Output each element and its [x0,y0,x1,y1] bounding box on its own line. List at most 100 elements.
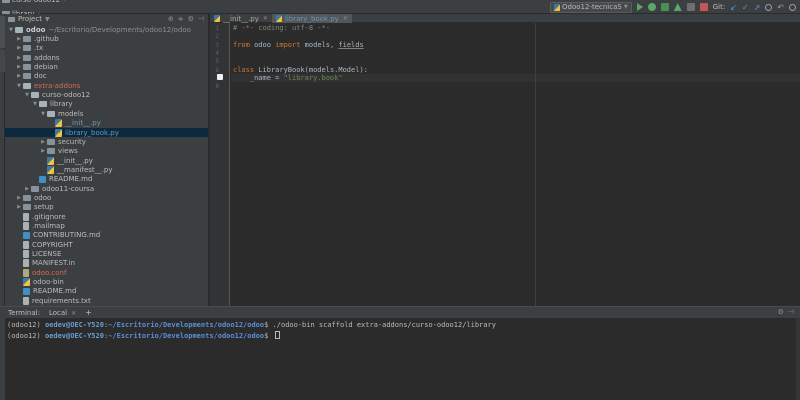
revert-icon[interactable]: ↶ [777,3,784,12]
tree-item[interactable]: ▶ views [5,147,208,156]
tree-item-label: library_book.py [65,128,119,137]
file-icon [23,250,29,259]
file-icon [23,212,29,221]
locate-icon[interactable]: ⊕ [168,15,174,23]
tree-item-label: library [50,100,73,109]
chevron-right-icon[interactable]: ▶ [15,64,23,70]
tree-item[interactable]: ▶ debian [5,62,208,71]
chevron-right-icon[interactable]: ▶ [15,204,23,210]
concurrency-icon[interactable] [686,3,695,11]
gear-icon[interactable]: ⚙ [188,15,194,23]
tree-item[interactable]: odoo-bin [5,277,208,287]
chevron-down-icon[interactable]: ▼ [45,16,50,23]
coverage-icon[interactable] [660,3,669,11]
debug-icon[interactable] [647,3,656,11]
chevron-right-icon[interactable]: ▶ [15,36,23,42]
code-line[interactable]: _name = "library.book" [233,74,343,82]
tree-item[interactable]: requirements.txt [5,296,208,305]
chevron-down-icon[interactable]: ▼ [31,101,39,107]
close-icon[interactable]: ✕ [343,15,348,22]
tree-item-label: __init__.py [65,119,101,128]
tree-item[interactable]: .gitignore [5,212,208,221]
terminal-scrollbar[interactable] [796,318,800,400]
chevron-right-icon[interactable]: ▶ [15,195,23,201]
run-configuration-selector[interactable]: Odoo12-tecnicaS ▼ [550,1,632,13]
history-icon[interactable] [765,3,773,11]
chevron-right-icon[interactable]: ▶ [39,148,47,154]
run-icon[interactable] [636,3,643,11]
git-update-icon[interactable]: ↙ [730,3,737,12]
code-editor[interactable]: 12345678 # -*- coding: utf-8 -*- from odo… [210,23,800,306]
tree-item[interactable]: ▼ curso-odoo12 [5,90,208,99]
tree-item[interactable]: ▶ security [5,137,208,146]
tree-item-label: __init__.py [57,156,93,165]
chevron-right-icon[interactable]: ▶ [39,139,47,145]
chevron-down-icon[interactable]: ▼ [7,27,15,33]
code-line[interactable]: from odoo import models, fields [233,41,364,49]
tree-item[interactable]: README.md [5,175,208,184]
collapse-icon[interactable]: ≑ [178,15,184,23]
tree-item[interactable]: ▼ library [5,100,208,109]
tree-item[interactable]: library_book.py [5,127,208,138]
tree-item[interactable]: MANIFEST.in [5,259,208,268]
tree-item[interactable]: ▶ odoo11-coursa [5,184,208,193]
tree-item[interactable]: __manifest__.py [5,165,208,174]
tree-item[interactable]: odoo.conf [5,268,208,277]
git-push-icon[interactable]: ↗ [754,3,761,12]
editor-tab[interactable]: library_book.py ✕ [271,14,352,23]
line-number: 1 [215,25,219,32]
chevron-down-icon[interactable]: ▼ [23,92,31,98]
search-icon[interactable] [789,3,796,11]
profile-icon[interactable] [673,3,682,11]
terminal-line[interactable]: (odoo12) oedev@OEC-Y520:~/Escritorio/Dev… [7,321,496,329]
tree-item[interactable]: CONTRIBUTING.md [5,231,208,240]
intention-bulb-icon[interactable] [217,74,223,80]
tree-item-label: .mailmap [32,222,65,231]
tree-item[interactable]: ▶ .tx [5,44,208,53]
tree-item-label: odoo.conf [32,268,67,277]
tree-item[interactable]: ▼ odoo ~/Escritorio/Developments/odoo12/od… [5,25,208,34]
hide-icon[interactable]: ⊣ [198,15,204,23]
tree-item-label: LICENSE [32,250,62,259]
terminal-header: Terminal: Local ✕ + ⚙ ⊣ [0,307,800,318]
new-terminal-icon[interactable]: + [85,308,92,317]
tree-item[interactable]: ▼ extra-addons [5,81,208,90]
close-icon[interactable]: ✕ [71,310,76,317]
chevron-right-icon[interactable]: ▶ [15,73,23,79]
line-number: 3 [215,41,219,49]
tree-item[interactable]: ▼ models [5,109,208,118]
python-file-icon [275,15,282,22]
terminal-line[interactable]: (odoo12) oedev@OEC-Y520:~/Escritorio/Dev… [7,330,280,340]
tree-item[interactable]: ▶ setup [5,203,208,212]
tree-item[interactable]: ▶ doc [5,72,208,81]
tree-item[interactable]: __init__.py [5,119,208,128]
tree-item[interactable]: .mailmap [5,221,208,231]
git-commit-icon[interactable]: ✓ [742,3,749,12]
editor-tabs: __init__.py ✕ library_book.py ✕ [210,14,800,23]
tree-item[interactable]: COPYRIGHT [5,240,208,249]
close-icon[interactable]: ✕ [263,15,268,22]
chevron-right-icon[interactable]: ▶ [15,55,23,61]
tree-item[interactable]: LICENSE [5,249,208,259]
folder-icon [23,36,31,43]
editor-tab-label: __init__.py [223,14,259,23]
tree-item[interactable]: ▶ .github [5,34,208,43]
chevron-down-icon[interactable]: ▼ [39,111,47,117]
tree-item-label: odoo11-coursa [42,184,95,193]
editor-tab[interactable]: __init__.py ✕ [210,14,272,23]
code-line[interactable]: # -*- coding: utf-8 -*- [233,24,330,32]
hide-icon[interactable]: ⊣ [788,308,794,316]
chevron-right-icon[interactable]: ▶ [15,45,23,51]
tree-item[interactable]: README.md [5,287,208,296]
stop-icon[interactable] [699,3,708,11]
tree-item[interactable]: ▶ addons [5,53,208,62]
folder-icon [47,138,55,145]
terminal-tab-local[interactable]: Local ✕ [46,309,79,317]
chevron-right-icon[interactable]: ▶ [23,186,31,192]
terminal-env: (odoo12) [7,331,45,340]
code-line[interactable]: class LibraryBook(models.Model): [233,66,368,74]
gear-icon[interactable]: ⚙ [778,308,784,316]
tree-item[interactable]: __init__.py [5,156,208,165]
tree-item[interactable]: ▶ odoo [5,193,208,202]
chevron-down-icon[interactable]: ▼ [15,83,23,89]
